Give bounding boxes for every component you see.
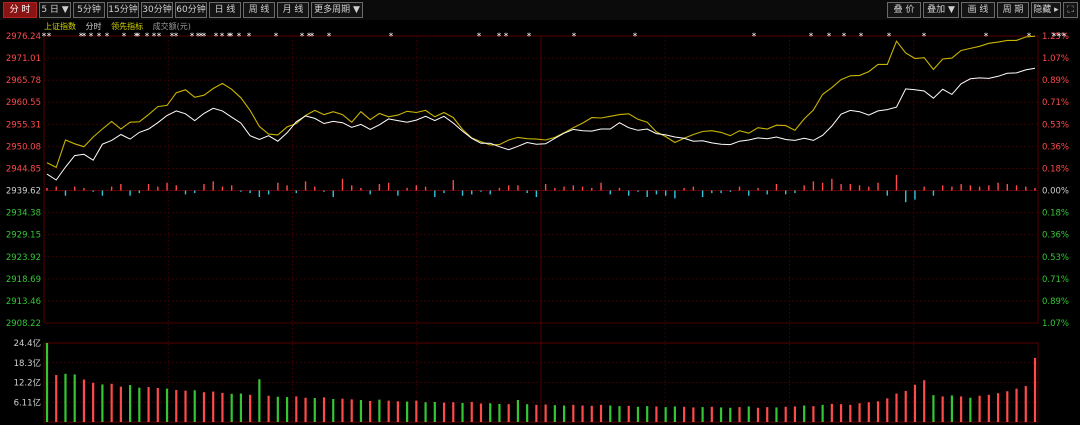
price-tick-label: 2908.22 <box>6 319 41 329</box>
percent-tick-label: 1.07% <box>1042 319 1069 329</box>
event-marker-icon: * <box>174 32 179 42</box>
price-tick-label: 2939.62 <box>6 187 41 197</box>
percent-tick-label: 0.36% <box>1042 231 1069 241</box>
chart-grid <box>43 35 1039 423</box>
event-marker-icon: * <box>477 32 482 42</box>
event-marker-icon: * <box>887 32 892 42</box>
event-marker-icon: * <box>842 32 847 42</box>
event-marker-icon: * <box>202 32 207 42</box>
price-tick-label: 2913.46 <box>6 297 41 307</box>
event-marker-icon: * <box>220 32 225 42</box>
price-tick-label: 2976.24 <box>6 32 41 42</box>
price-tick-label: 2971.01 <box>6 54 41 64</box>
price-tick-label: 2965.78 <box>6 76 41 86</box>
event-marker-icon: * <box>157 32 162 42</box>
event-marker-icon: * <box>47 32 52 42</box>
event-marker-icon: * <box>497 32 502 42</box>
price-tick-label: 2923.92 <box>6 253 41 263</box>
event-marker-icon: * <box>190 32 195 42</box>
percent-tick-label: 1.07% <box>1042 54 1069 64</box>
volume-tick-label: 18.3亿 <box>14 358 41 369</box>
event-marker-icon: * <box>310 32 315 42</box>
event-marker-icon: * <box>389 32 394 42</box>
event-marker-icon: * <box>145 32 150 42</box>
price-tick-label: 2960.55 <box>6 98 41 108</box>
percent-tick-label: 0.53% <box>1042 120 1069 130</box>
percent-tick-label: 0.18% <box>1042 209 1069 219</box>
volume-tick-label: 6.11亿 <box>14 397 41 408</box>
event-marker-icon: * <box>922 32 927 42</box>
event-marker-icon: * <box>229 32 234 42</box>
percent-axis: 1.25%1.07%0.89%0.71%0.53%0.36%0.18%0.00%… <box>1042 32 1069 329</box>
percent-tick-label: 0.00% <box>1042 187 1069 197</box>
price-tick-label: 2918.69 <box>6 275 41 285</box>
event-marker-icon: * <box>97 32 102 42</box>
event-marker-icon: * <box>527 32 532 42</box>
event-marker-icon: * <box>633 32 638 42</box>
event-marker-icon: * <box>247 32 252 42</box>
event-marker-icon: * <box>89 32 94 42</box>
event-marker-icon: * <box>122 32 127 42</box>
event-marker-icon: * <box>984 32 989 42</box>
event-marker-icon: * <box>327 32 332 42</box>
percent-tick-label: 0.53% <box>1042 253 1069 263</box>
event-marker-icon: * <box>504 32 509 42</box>
price-tick-label: 2934.38 <box>6 209 41 219</box>
price-tick-label: 2950.08 <box>6 142 41 152</box>
event-marker-icon: * <box>105 32 110 42</box>
intraday-chart[interactable]: 2976.24 2971.01 2965.78 2960.55 2955.31 2950.… <box>0 0 1080 425</box>
volume-tick-label: 24.4亿 <box>14 338 41 349</box>
percent-tick-label: 0.71% <box>1042 275 1069 285</box>
volume-tick-label: 12.2亿 <box>14 378 41 389</box>
volume-axis: 24.4亿 18.3亿 12.2亿 6.11亿 <box>14 338 41 408</box>
percent-tick-label: 0.89% <box>1042 297 1069 307</box>
event-marker-icon: * <box>1062 32 1067 42</box>
price-tick-label: 2944.85 <box>6 164 41 174</box>
event-marker-icon: * <box>274 32 279 42</box>
event-marker-icon: * <box>136 32 141 42</box>
event-marker-icon: * <box>827 32 832 42</box>
event-marker-icon: * <box>237 32 242 42</box>
event-marker-icon: * <box>82 32 87 42</box>
percent-tick-label: 0.36% <box>1042 142 1069 152</box>
price-tick-label: 2955.31 <box>6 120 41 130</box>
percent-tick-label: 0.71% <box>1042 98 1069 108</box>
price-axis: 2976.24 2971.01 2965.78 2960.55 2955.31 2950.… <box>6 32 41 329</box>
event-markers: * * ** * * * * ** * * * * * * *** * * ** * * * * ** * * * * * * * * * * *… <box>42 32 1067 42</box>
event-marker-icon: * <box>809 32 814 42</box>
event-marker-icon: * <box>859 32 864 42</box>
event-marker-icon: * <box>214 32 219 42</box>
event-marker-icon: * <box>752 32 757 42</box>
percent-tick-label: 0.89% <box>1042 76 1069 86</box>
percent-tick-label: 0.18% <box>1042 164 1069 174</box>
event-marker-icon: * <box>572 32 577 42</box>
price-tick-label: 2929.15 <box>6 231 41 241</box>
event-marker-icon: * <box>300 32 305 42</box>
